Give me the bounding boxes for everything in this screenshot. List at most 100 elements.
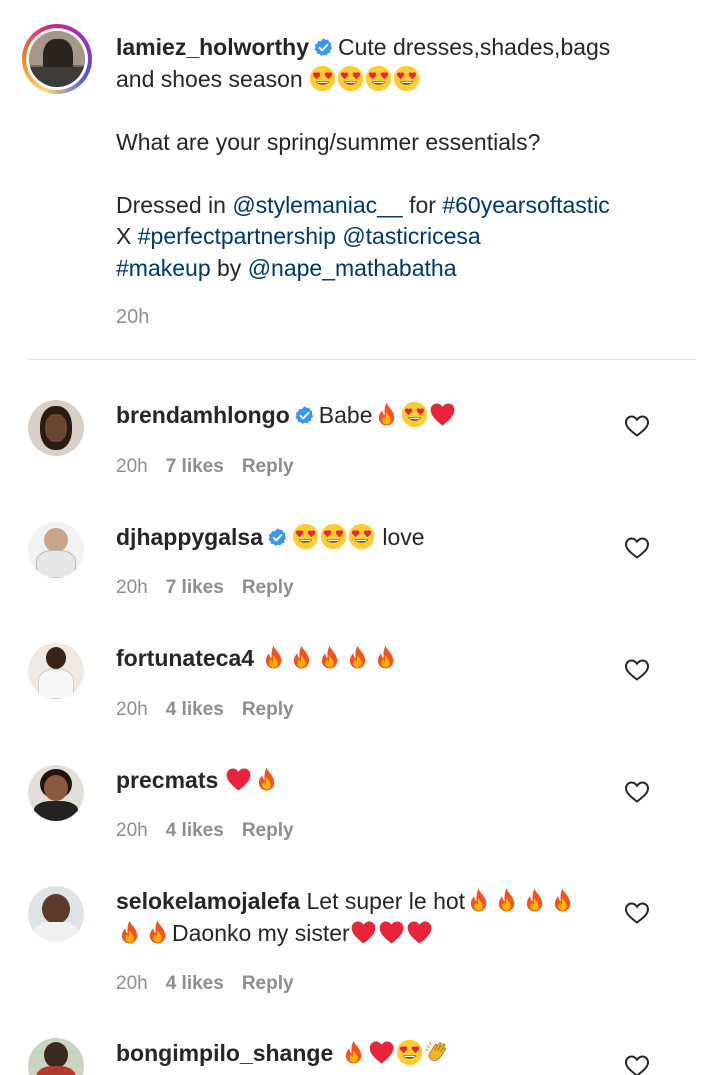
reply-button[interactable]: Reply <box>242 456 294 477</box>
heart-eyes-emoji <box>320 523 347 550</box>
mention-link[interactable]: @stylemaniac__ <box>232 192 402 218</box>
comment-timestamp: 20h <box>116 699 148 720</box>
comment-body: bongimpilo_shange <box>116 1038 616 1070</box>
comment-meta: 20h 7 likes Reply <box>116 456 312 478</box>
fire-emoji <box>260 644 287 671</box>
red-heart-emoji <box>225 766 252 793</box>
fire-emoji <box>372 644 399 671</box>
comment-timestamp: 20h <box>116 577 148 598</box>
comment-likes[interactable]: 4 likes <box>166 820 224 841</box>
comment-username[interactable]: brendamhlongo <box>116 402 290 428</box>
comment-body: fortunateca4 <box>116 643 616 675</box>
fire-emoji <box>340 1039 367 1066</box>
like-heart-icon[interactable] <box>624 536 650 560</box>
red-heart-emoji <box>429 401 456 428</box>
reply-button[interactable]: Reply <box>242 577 294 598</box>
red-heart-emoji <box>350 919 377 946</box>
reply-button[interactable]: Reply <box>242 820 294 841</box>
story-ring[interactable] <box>22 24 92 94</box>
commenter-avatar[interactable] <box>28 643 84 699</box>
caption-by: by <box>217 254 242 281</box>
comment-timestamp: 20h <box>116 456 148 477</box>
verified-badge-icon <box>313 37 334 58</box>
caption-timestamp: 20h <box>116 306 150 328</box>
comment-likes[interactable]: 7 likes <box>166 456 224 477</box>
fire-emoji <box>288 644 315 671</box>
hashtag-link[interactable]: #60yearsoftastic <box>442 192 609 218</box>
comment-username[interactable]: djhappygalsa <box>116 524 263 550</box>
red-heart-emoji <box>368 1039 395 1066</box>
comment-timestamp: 20h <box>116 820 148 841</box>
like-heart-icon[interactable] <box>624 414 650 438</box>
fire-emoji <box>373 401 400 428</box>
fire-emoji <box>493 887 520 914</box>
comment-meta: 20h 4 likes Reply <box>116 699 312 721</box>
red-heart-emoji <box>378 919 405 946</box>
hashtag-link[interactable]: #makeup <box>116 255 211 281</box>
caption-dressed-in: Dressed in <box>116 191 226 218</box>
verified-badge-icon <box>294 405 315 426</box>
like-heart-icon[interactable] <box>624 780 650 804</box>
verified-badge-icon <box>267 527 288 548</box>
caption-question: What are your spring/summer essentials? <box>116 128 541 155</box>
caption-line2: and shoes season <box>116 65 303 92</box>
comment-body: djhappygalsa love <box>116 522 616 554</box>
comment-text: Babe <box>318 402 373 428</box>
commenter-avatar[interactable] <box>28 522 84 578</box>
comment-body: precmats <box>116 765 616 797</box>
comment-likes[interactable]: 7 likes <box>166 577 224 598</box>
comment-meta: 20h 4 likes Reply <box>116 973 312 995</box>
comment-username[interactable]: precmats <box>116 767 218 793</box>
heart-eyes-emoji <box>396 1039 423 1066</box>
comment-likes[interactable]: 4 likes <box>166 973 224 994</box>
hashtag-link[interactable]: #perfectpartnership <box>138 223 336 249</box>
red-heart-emoji <box>406 919 433 946</box>
comment-text: Let super le hot <box>306 888 466 914</box>
comment-text-2: Daonko my sister <box>172 919 350 946</box>
commenter-avatar[interactable] <box>28 765 84 821</box>
caption-line1: Cute dresses,shades,bags <box>337 34 611 60</box>
author-avatar[interactable] <box>29 31 85 87</box>
fire-emoji <box>116 919 143 946</box>
like-heart-icon[interactable] <box>624 658 650 682</box>
caption-text: lamiez_holworthy Cute dresses,shades,bags… <box>116 32 676 284</box>
heart-eyes-emoji <box>401 401 428 428</box>
divider <box>28 359 696 360</box>
heart-eyes-emoji <box>292 523 319 550</box>
clapping-hands-emoji <box>424 1039 451 1066</box>
comment-username[interactable]: bongimpilo_shange <box>116 1040 333 1066</box>
fire-emoji <box>549 887 576 914</box>
like-heart-icon[interactable] <box>624 1054 650 1075</box>
commenter-avatar[interactable] <box>28 886 84 942</box>
comment-body: brendamhlongo Babe <box>116 400 616 432</box>
caption-x: X <box>116 223 132 249</box>
caption-for: for <box>409 191 436 218</box>
comment-text: love <box>382 524 425 550</box>
mention-link[interactable]: @nape_mathabatha <box>248 255 457 281</box>
comment-username[interactable]: selokelamojalefa <box>116 888 300 914</box>
comment-likes[interactable]: 4 likes <box>166 699 224 720</box>
caption-username[interactable]: lamiez_holworthy <box>116 34 309 60</box>
heart-eyes-emoji <box>309 65 336 92</box>
heart-eyes-emoji <box>348 523 375 550</box>
like-heart-icon[interactable] <box>624 901 650 925</box>
fire-emoji <box>144 919 171 946</box>
fire-emoji <box>253 766 280 793</box>
fire-emoji <box>465 887 492 914</box>
comment-timestamp: 20h <box>116 973 148 994</box>
fire-emoji <box>316 644 343 671</box>
commenter-avatar[interactable] <box>28 400 84 456</box>
fire-emoji <box>521 887 548 914</box>
commenter-avatar[interactable] <box>28 1038 84 1075</box>
reply-button[interactable]: Reply <box>242 973 294 994</box>
heart-eyes-emoji <box>337 65 364 92</box>
heart-eyes-emoji <box>365 65 392 92</box>
comment-meta: 20h 4 likes Reply <box>116 820 312 842</box>
fire-emoji <box>344 644 371 671</box>
mention-link[interactable]: @tasticricesa <box>342 223 480 249</box>
comment-username[interactable]: fortunateca4 <box>116 645 254 671</box>
reply-button[interactable]: Reply <box>242 699 294 720</box>
comment-body: selokelamojalefa Let super le hot Daonko… <box>116 886 616 949</box>
heart-eyes-emoji <box>393 65 420 92</box>
comment-meta: 20h 7 likes Reply <box>116 577 312 599</box>
